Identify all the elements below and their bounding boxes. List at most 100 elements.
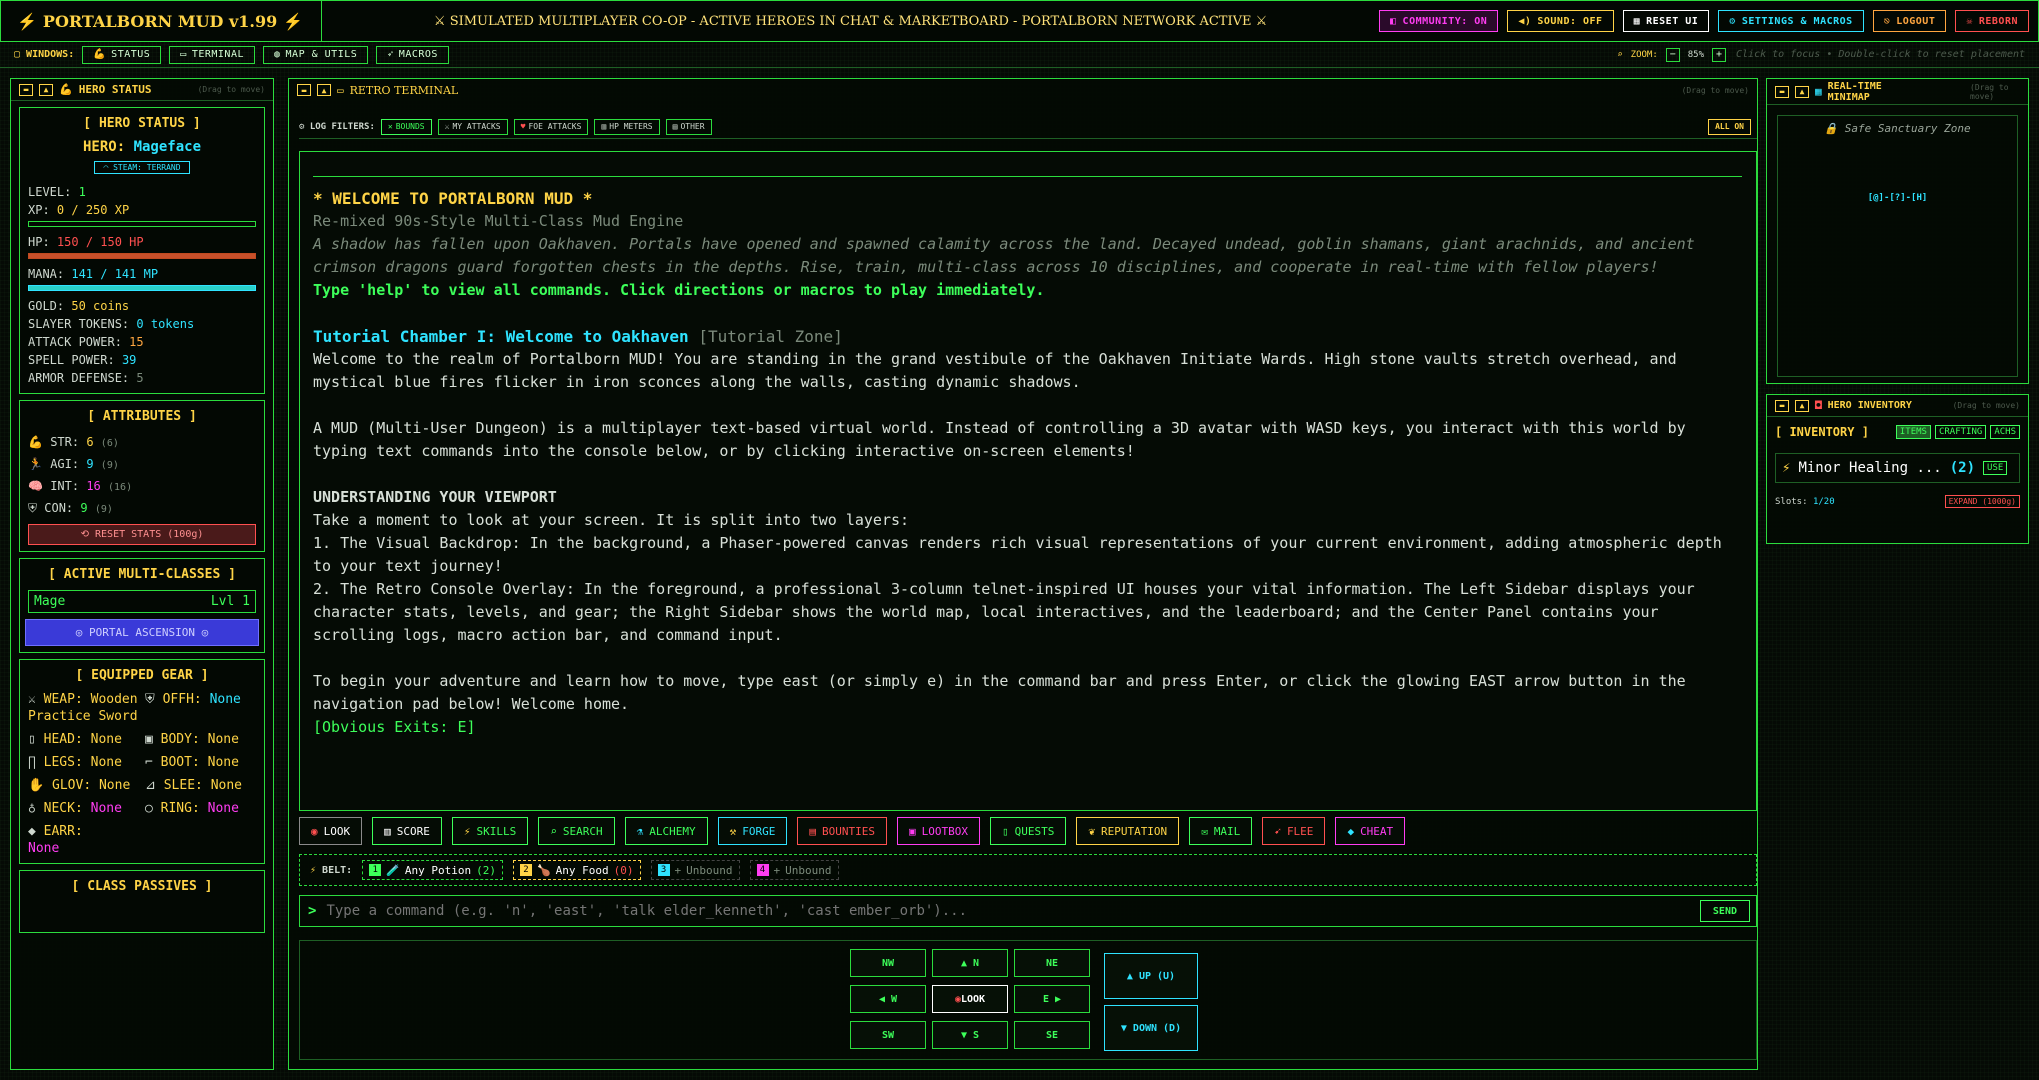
expand-inventory-button[interactable]: EXPAND (1000g): [1944, 495, 2020, 508]
window-map-button[interactable]: ◍ MAP & UTILS: [263, 45, 369, 64]
inventory-panel-header[interactable]: ▬ ▲ ◘ HERO INVENTORY (Drag to move): [1767, 395, 2028, 417]
maximize-button[interactable]: ▲: [1795, 399, 1809, 412]
window-macros-button[interactable]: ➶ MACROS: [376, 45, 449, 64]
nav-north-button[interactable]: ▲ N: [932, 949, 1008, 977]
filter-bounds[interactable]: ✕ BOUNDS: [380, 118, 432, 135]
belt-slot-1[interactable]: 1 🧪 Any Potion (2): [362, 860, 503, 880]
hp-bar: [28, 253, 256, 259]
filter-my-attacks[interactable]: ⚔ MY ATTACKS: [437, 118, 508, 135]
sound-toggle-button[interactable]: ◀) SOUND: OFF: [1507, 10, 1614, 32]
use-item-button[interactable]: USE: [1983, 461, 2008, 475]
gear-slot-weapon[interactable]: ⚔ WEAP: Wooden Practice Sword: [28, 691, 139, 725]
community-toggle-button[interactable]: ◧ COMMUNITY: ON: [1379, 10, 1499, 32]
skills-macro-button[interactable]: ⚡ SKILLS: [451, 817, 529, 845]
attr-agi[interactable]: 🏃 AGI: 9 (9): [28, 454, 256, 476]
terminal-output[interactable]: * WELCOME TO PORTALBORN MUD * Re-mixed 9…: [299, 151, 1757, 811]
zoom-out-button[interactable]: −: [1665, 47, 1680, 62]
reset-ui-button[interactable]: ▦ RESET UI: [1622, 10, 1710, 32]
zoom-value: 85%: [1687, 49, 1705, 60]
gear-slot-sleeves[interactable]: ⊿ SLEE: None: [145, 777, 256, 794]
window-terminal-button[interactable]: ▭ TERMINAL: [169, 45, 255, 64]
gear-slot-boots[interactable]: ⌐ BOOT: None: [145, 754, 256, 771]
maximize-button[interactable]: ▲: [39, 83, 53, 96]
look-macro-button[interactable]: ◉ LOOK: [299, 817, 363, 845]
gear-slot-earring[interactable]: ◆ EARR: None: [28, 823, 139, 857]
cheat-macro-button[interactable]: ◆ CHEAT: [1335, 817, 1406, 845]
filter-foe-attacks[interactable]: ♥ FOE ATTACKS: [513, 118, 589, 135]
send-button[interactable]: SEND: [1699, 900, 1750, 922]
quests-macro-button[interactable]: ▯ QUESTS: [989, 817, 1067, 845]
tab-items[interactable]: ITEMS: [1895, 425, 1931, 439]
food-icon: 🍗: [536, 863, 551, 877]
nav-northwest-button[interactable]: NW: [850, 949, 926, 977]
flee-macro-button[interactable]: ➹ FLEE: [1262, 817, 1326, 845]
minimize-button[interactable]: ▬: [1775, 85, 1789, 98]
score-macro-button[interactable]: ▥ SCORE: [372, 817, 442, 845]
nav-northeast-button[interactable]: NE: [1014, 949, 1090, 977]
reputation-macro-button[interactable]: ❦ REPUTATION: [1076, 817, 1180, 845]
reborn-button[interactable]: ☠ REBORN: [1955, 10, 2029, 32]
viewport-point-1: 1. The Visual Backdrop: In the backgroun…: [313, 534, 1722, 575]
tab-achievements[interactable]: ACHS: [1990, 425, 2020, 439]
alchemy-macro-button[interactable]: ⚗ ALCHEMY: [624, 817, 708, 845]
filter-other[interactable]: ▤ OTHER: [665, 118, 712, 135]
gear-slot-neck[interactable]: ♁ NECK: None: [28, 800, 139, 817]
maximize-button[interactable]: ▲: [317, 84, 331, 96]
minimize-button[interactable]: ▬: [19, 83, 33, 96]
gear-slot-offhand[interactable]: ⛨ OFFH: None: [145, 691, 256, 725]
attack-value: 15: [129, 335, 144, 349]
belt-slot-2[interactable]: 2 🍗 Any Food (0): [512, 860, 641, 880]
nav-down-button[interactable]: ▼ DOWN (D): [1104, 1005, 1198, 1051]
gear-slot-legs[interactable]: ∏ LEGS: None: [28, 754, 139, 771]
command-input[interactable]: [326, 903, 1700, 919]
nav-southwest-button[interactable]: SW: [850, 1021, 926, 1049]
window-status-button[interactable]: 💪 STATUS: [82, 45, 162, 64]
slots-value: 1/20: [1812, 496, 1835, 507]
attr-int[interactable]: 🧠 INT: 16 (16): [28, 476, 256, 498]
terminal-panel-header[interactable]: ▬ ▲ ▭ RETRO TERMINAL (Drag to move): [289, 79, 1757, 101]
nav-southeast-button[interactable]: SE: [1014, 1021, 1090, 1049]
nav-east-button[interactable]: E ▶: [1014, 985, 1090, 1013]
filter-label-text: LOG FILTERS:: [309, 121, 375, 132]
minimize-button[interactable]: ▬: [1775, 399, 1789, 412]
minimap-canvas[interactable]: 🔒 Safe Sanctuary Zone [@]-[?]-[H]: [1777, 115, 2018, 377]
attr-con[interactable]: ⛨ CON: 9 (9): [28, 498, 256, 520]
minimap-panel-header[interactable]: ▬ ▲ ▦ REAL-TIME MINIMAP (Drag to move): [1767, 79, 2028, 105]
settings-macros-button[interactable]: ⚙ SETTINGS & MACROS: [1718, 10, 1864, 32]
gear-slot-ring[interactable]: ○ RING: None: [145, 800, 256, 817]
reset-stats-button[interactable]: ⟲ RESET STATS (100g): [28, 524, 256, 545]
nav-look-button[interactable]: ◉ LOOK: [932, 985, 1008, 1013]
filter-hp-meters[interactable]: ▥ HP METERS: [594, 118, 660, 135]
spell-stat: SPELL POWER: 39: [28, 351, 256, 369]
obvious-exits[interactable]: [Obvious Exits: E]: [313, 716, 1742, 739]
tab-crafting[interactable]: CRAFTING: [1934, 425, 1987, 439]
inventory-label: [ INVENTORY ]: [1775, 425, 1869, 439]
nav-west-button[interactable]: ◀ W: [850, 985, 926, 1013]
portal-ascension-button[interactable]: ◎ PORTAL ASCENSION ◎: [25, 619, 259, 646]
gear-slot-body[interactable]: ▣ BODY: None: [145, 731, 256, 748]
attr-str[interactable]: 💪 STR: 6 (6): [28, 432, 256, 454]
belt-slot-3[interactable]: 3 + Unbound: [650, 860, 740, 880]
gear-slot-head[interactable]: ▯ HEAD: None: [28, 731, 139, 748]
logout-button[interactable]: ⎋ LOGOUT: [1872, 10, 1947, 32]
macro-label: ALCHEMY: [649, 824, 696, 838]
attributes-box: [ ATTRIBUTES ] 💪 STR: 6 (6) 🏃 AGI: 9 (9)…: [19, 400, 265, 552]
zoom-in-button[interactable]: +: [1712, 47, 1727, 62]
gear-slot-gloves[interactable]: ✋ GLOV: None: [28, 777, 139, 794]
hero-panel-header[interactable]: ▬ ▲ 💪 HERO STATUS (Drag to move): [11, 79, 273, 101]
nav-south-button[interactable]: ▼ S: [932, 1021, 1008, 1049]
inventory-item[interactable]: ⚡ Minor Healing ... (2) USE: [1775, 453, 2020, 483]
forge-macro-button[interactable]: ⚒ FORGE: [717, 817, 788, 845]
minimize-button[interactable]: ▬: [297, 84, 311, 96]
gear-value: None: [28, 841, 60, 856]
nav-up-button[interactable]: ▲ UP (U): [1104, 953, 1198, 999]
lootbox-macro-button[interactable]: ▣ LOOTBOX: [896, 817, 980, 845]
maximize-button[interactable]: ▲: [1795, 85, 1809, 98]
box-title: [ ATTRIBUTES ]: [87, 409, 197, 424]
bounties-macro-button[interactable]: ▤ BOUNTIES: [797, 817, 887, 845]
mail-macro-button[interactable]: ✉ MAIL: [1189, 817, 1253, 845]
belt-slot-4[interactable]: 4 + Unbound: [749, 860, 839, 880]
room-description: Welcome to the realm of Portalborn MUD! …: [313, 350, 1677, 391]
all-on-button[interactable]: ALL ON: [1708, 118, 1751, 135]
search-macro-button[interactable]: ⌕ SEARCH: [538, 817, 615, 845]
